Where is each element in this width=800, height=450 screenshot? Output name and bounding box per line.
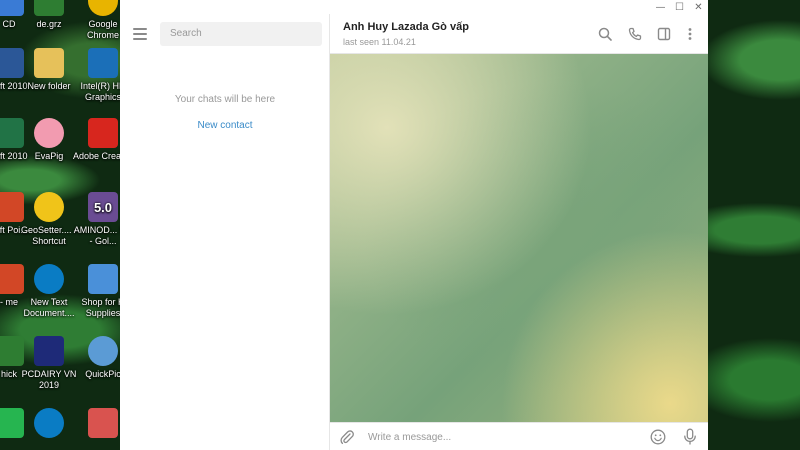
message-input[interactable]: Write a message...: [368, 432, 451, 443]
desktop-icon[interactable]: New Text Document....: [18, 264, 80, 319]
chat-header: Anh Huy Lazada Gò vấp last seen 11.04.21: [330, 14, 708, 54]
desktop-icon[interactable]: de.grz: [18, 0, 80, 30]
search-icon[interactable]: [597, 26, 613, 42]
desktop-icon-label: New folder: [27, 81, 71, 91]
desktop-icon[interactable]: GeoSetter.... - Shortcut: [18, 192, 80, 247]
desktop-icon-label: GeoSetter.... - Shortcut: [20, 225, 78, 246]
printer-icon: [88, 264, 118, 294]
app-icon: [88, 408, 118, 438]
pig-icon: [34, 118, 64, 148]
intel-icon: [88, 48, 118, 78]
app-window: — ☐ ✕ Search Your chats will be here New…: [120, 0, 708, 450]
desktop-icon-label: New Text Document....: [23, 297, 75, 318]
search-input[interactable]: Search: [160, 22, 322, 46]
chat-background: [330, 54, 708, 422]
desktop-icon[interactable]: New folder: [18, 48, 80, 92]
minimize-button[interactable]: —: [651, 0, 670, 14]
new-contact-link[interactable]: New contact: [120, 120, 330, 131]
close-button[interactable]: ✕: [689, 0, 708, 14]
edge-icon: [34, 408, 64, 438]
desktop-icon-label: PCDAIRY VN 2019: [21, 369, 77, 390]
quickpic-icon: [88, 336, 118, 366]
desktop-icon[interactable]: [18, 408, 80, 441]
hamburger-menu-icon[interactable]: [133, 28, 147, 40]
paperclip-icon[interactable]: [339, 429, 355, 445]
desktop-icon-label: de.grz: [36, 19, 62, 29]
desktop-icon[interactable]: EvaPig: [18, 118, 80, 162]
contact-name[interactable]: Anh Huy Lazada Gò vấp: [343, 21, 469, 33]
edge-icon: [34, 264, 64, 294]
more-options-icon[interactable]: [682, 26, 698, 42]
amino-icon: 5.0: [88, 192, 118, 222]
desktop-icon[interactable]: PCDAIRY VN 2019: [18, 336, 80, 391]
file-icon: [34, 0, 64, 16]
pcdairy-icon: [34, 336, 64, 366]
phone-icon[interactable]: [627, 26, 643, 42]
sidebar-toggle-icon[interactable]: [656, 26, 672, 42]
chat-panel: Anh Huy Lazada Gò vấp last seen 11.04.21…: [330, 14, 708, 450]
chrome-icon: [88, 0, 118, 16]
desktop-icon-label: EvaPig: [34, 151, 64, 161]
folder-icon: [34, 48, 64, 78]
emoji-icon[interactable]: [650, 429, 666, 445]
empty-chats-text: Your chats will be here: [174, 94, 276, 105]
last-seen-status: last seen 11.04.21: [343, 37, 416, 47]
title-bar[interactable]: — ☐ ✕: [120, 0, 708, 14]
geosetter-icon: [34, 192, 64, 222]
maximize-button[interactable]: ☐: [670, 0, 689, 14]
adobe-icon: [88, 118, 118, 148]
message-composer: Write a message...: [330, 422, 708, 450]
chat-list-sidebar: Search Your chats will be here New conta…: [120, 14, 330, 450]
microphone-icon[interactable]: [682, 428, 698, 446]
